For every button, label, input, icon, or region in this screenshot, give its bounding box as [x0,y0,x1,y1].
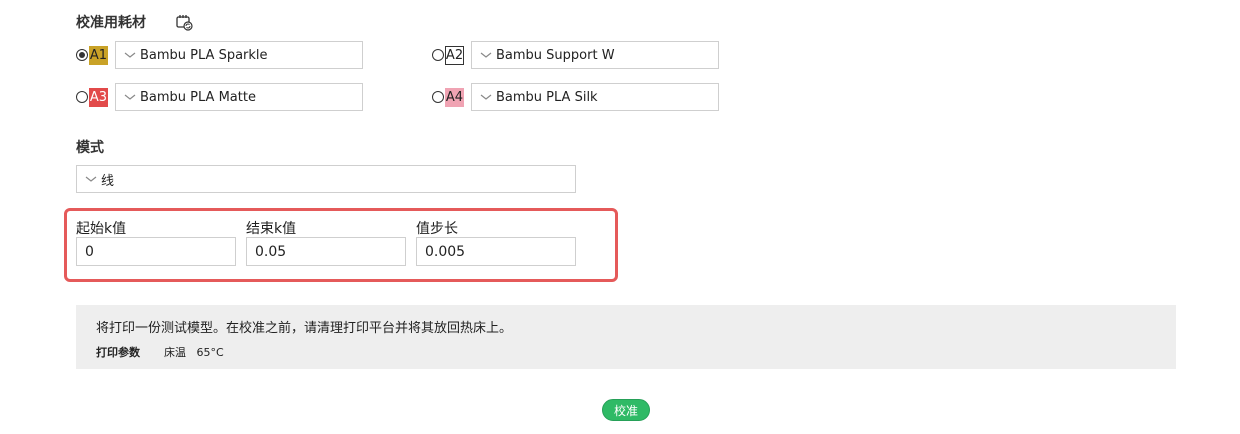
slot-a3-select[interactable]: Bambu PLA Matte [115,83,363,111]
slot-a4-badge: A4 [445,87,464,107]
chevron-down-icon [124,94,136,100]
step-label: 值步长 [416,221,458,237]
chevron-down-icon [480,52,492,58]
slot-a4-select[interactable]: Bambu PLA Silk [471,83,719,111]
slot-a1-material: Bambu PLA Sparkle [140,47,268,63]
slot-a4: A4 Bambu PLA Silk [432,83,719,111]
start-k-input[interactable] [76,237,236,266]
slot-a2: A2 Bambu Support W [432,41,719,69]
slot-a4-radio[interactable] [432,91,444,103]
calibrate-button[interactable]: 校准 [602,399,650,421]
info-panel: 将打印一份测试模型。在校准之前，请清理打印平台并将其放回热床上。 打印参数 床温… [76,305,1176,369]
chevron-down-icon [480,94,492,100]
slot-a1-select[interactable]: Bambu PLA Sparkle [115,41,363,69]
slot-a2-badge: A2 [445,45,464,65]
filament-manage-icon[interactable] [175,13,193,35]
end-k-label: 结束k值 [246,221,297,237]
step-input[interactable] [416,237,576,266]
slot-a1-radio[interactable] [76,49,88,61]
mode-selected-value: 线 [101,173,115,189]
end-k-input[interactable] [246,237,406,266]
chevron-down-icon [124,52,136,58]
mode-select[interactable]: 线 [76,165,576,193]
filament-section-title: 校准用耗材 [76,15,146,31]
slot-a3-radio[interactable] [76,91,88,103]
start-k-label: 起始k值 [76,221,127,237]
slot-a3: A3 Bambu PLA Matte [76,83,363,111]
info-message: 将打印一份测试模型。在校准之前，请清理打印平台并将其放回热床上。 [96,321,513,336]
slot-a3-material: Bambu PLA Matte [140,89,256,105]
slot-a2-material: Bambu Support W [496,47,615,63]
chevron-down-icon [85,176,97,182]
slot-a1-badge: A1 [89,45,108,65]
slot-a1: A1 Bambu PLA Sparkle [76,41,363,69]
slot-a2-radio[interactable] [432,49,444,61]
print-params-label: 打印参数 [96,346,140,359]
bed-temp-value: 床温 65°C [164,346,224,359]
slot-a3-badge: A3 [89,87,108,107]
slot-a4-material: Bambu PLA Silk [496,89,598,105]
slot-a2-select[interactable]: Bambu Support W [471,41,719,69]
mode-section-title: 模式 [76,140,104,156]
